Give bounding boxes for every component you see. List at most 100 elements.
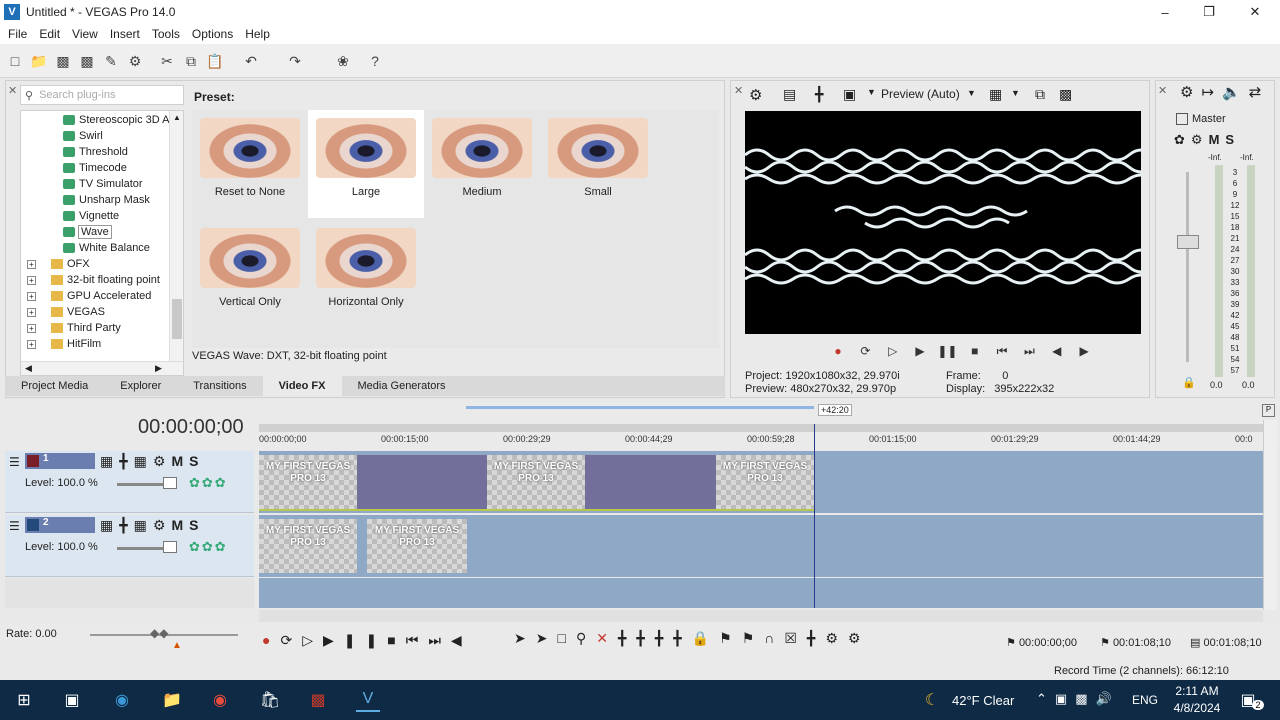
- play-icon[interactable]: ▶: [323, 632, 344, 648]
- expand-icon[interactable]: +: [27, 259, 36, 269]
- panel-close-icon[interactable]: ✕: [8, 84, 17, 97]
- split-icon[interactable]: ╋: [673, 630, 691, 646]
- tree-item[interactable]: Stereoscopic 3D A: [63, 112, 170, 128]
- tree-item[interactable]: Vignette: [63, 208, 119, 224]
- play-from-start-icon[interactable]: ▷: [302, 632, 323, 648]
- video-clip[interactable]: MY FIRST VEGAS PRO 13: [259, 455, 357, 509]
- paste-icon[interactable]: 📋: [206, 52, 224, 70]
- overlays-grid-icon[interactable]: ▦: [989, 86, 1002, 103]
- record-icon[interactable]: ●: [262, 632, 280, 648]
- timeline-menu-icon[interactable]: P: [1262, 404, 1275, 417]
- expand-icon[interactable]: +: [27, 339, 36, 349]
- video-track-2[interactable]: MY FIRST VEGAS PRO 13 MY FIRST VEGAS PRO…: [259, 515, 1263, 577]
- trim-end-icon[interactable]: ╋: [655, 630, 673, 646]
- whats-this-help-icon[interactable]: ?: [366, 52, 384, 70]
- loop-playback-icon[interactable]: ⟳: [853, 344, 877, 358]
- loop-playback-icon[interactable]: ⟳: [280, 632, 302, 648]
- meet-now-icon[interactable]: ▣: [1055, 691, 1075, 706]
- store-icon[interactable]: 🛍: [258, 688, 282, 712]
- lock-icon[interactable]: 🔒: [1182, 376, 1196, 389]
- track-gear-icon[interactable]: ⚙: [153, 517, 172, 533]
- record-icon[interactable]: ●: [826, 344, 850, 358]
- weather-text[interactable]: 42°F Clear: [952, 693, 1014, 708]
- preset-small[interactable]: Small: [540, 110, 656, 218]
- language-indicator[interactable]: ENG: [1132, 693, 1158, 707]
- pause-icon[interactable]: ❚❚: [935, 344, 959, 358]
- tree-item[interactable]: + GPU Accelerated: [27, 288, 151, 304]
- video-clip[interactable]: MY FIRST VEGAS PRO 13: [367, 519, 467, 573]
- speaker-icon[interactable]: 🔈: [1222, 84, 1249, 101]
- menu-edit[interactable]: Edit: [33, 27, 66, 41]
- search-plugins-input[interactable]: ⚲ Search plug-ins: [20, 85, 184, 105]
- track-level-handle[interactable]: [163, 477, 177, 489]
- stop-icon[interactable]: ■: [963, 344, 987, 358]
- preview-close-icon[interactable]: ✕: [734, 84, 743, 97]
- scroll-left-icon[interactable]: ◀: [25, 363, 32, 374]
- menu-file[interactable]: File: [2, 27, 33, 41]
- envelope-line[interactable]: [259, 509, 814, 511]
- scroll-thumb[interactable]: [172, 299, 182, 339]
- track-compositing-icons[interactable]: ✿✿✿: [189, 475, 228, 491]
- track-solo-button[interactable]: S: [189, 517, 204, 533]
- chevron-down-icon[interactable]: ▼: [1011, 88, 1020, 98]
- master-solo-button[interactable]: S: [1225, 132, 1240, 147]
- rate-slider-handle[interactable]: ◆◆: [150, 626, 168, 640]
- tree-item[interactable]: + OFX: [27, 256, 90, 272]
- master-gear-icon[interactable]: ⚙: [1180, 84, 1201, 101]
- master-automation-icon[interactable]: ✿: [1174, 132, 1191, 147]
- track-header-2[interactable]: ☰ 2 ▦╋▦⚙MS Level: 100.0 % ✿✿✿: [5, 515, 254, 577]
- copy-icon[interactable]: ⧉: [182, 52, 200, 70]
- tree-item[interactable]: Threshold: [63, 144, 128, 160]
- open-folder-icon[interactable]: 📁: [30, 52, 48, 70]
- previous-frame-icon[interactable]: ◀: [1045, 344, 1069, 358]
- video-scopes-icon[interactable]: ▣: [843, 86, 856, 103]
- pause-icon[interactable]: ❚❚: [344, 632, 387, 648]
- track-mute-button[interactable]: M: [171, 453, 189, 469]
- tree-item[interactable]: + HitFilm: [27, 336, 101, 352]
- play-icon[interactable]: ▶: [908, 344, 932, 358]
- minimize-button[interactable]: –: [1142, 0, 1188, 24]
- network-icon[interactable]: ▩: [1075, 691, 1095, 706]
- video-clip[interactable]: MY FIRST VEGAS PRO 13: [259, 519, 357, 573]
- trim-icon[interactable]: ╋: [618, 630, 636, 646]
- timeline-horizontal-scrollbar[interactable]: [259, 610, 1263, 622]
- redo-icon[interactable]: ↷: [286, 52, 304, 70]
- tree-horizontal-scrollbar[interactable]: ◀ ▶: [21, 361, 183, 375]
- zoom-tool-icon[interactable]: ⚲: [576, 630, 596, 646]
- tab-explorer[interactable]: Explorer: [104, 376, 177, 396]
- delete-icon[interactable]: ✕: [596, 630, 618, 646]
- close-button[interactable]: ✕: [1232, 0, 1278, 24]
- snapping-icon[interactable]: ∩: [764, 630, 784, 646]
- normal-edit-tool-icon[interactable]: ➤: [514, 630, 536, 646]
- video-clip[interactable]: MY FIRST VEGAS PRO 13: [716, 455, 814, 509]
- cut-icon[interactable]: ✂: [158, 52, 176, 70]
- chevron-up-icon[interactable]: ⌃: [1036, 691, 1055, 706]
- track-mute-button[interactable]: M: [171, 517, 189, 533]
- trim-start-icon[interactable]: ╋: [636, 630, 654, 646]
- downmix-icon[interactable]: ↦: [1201, 84, 1222, 101]
- time-ruler[interactable]: 00:00:00;00 00:00:15;00 00:00:29;29 00:00:4…: [259, 434, 1263, 448]
- selection-tool-icon[interactable]: □: [557, 630, 575, 646]
- scroll-right-icon[interactable]: ▶: [155, 363, 162, 374]
- ripple-edit-icon[interactable]: ╋: [807, 630, 825, 646]
- edge-browser-icon[interactable]: ◉: [110, 688, 134, 712]
- track-header-1[interactable]: ☰ 1 ▦╋▦⚙MS Level: 100.0 % ✿✿✿: [5, 451, 254, 513]
- preset-medium[interactable]: Medium: [424, 110, 540, 218]
- tree-item[interactable]: + VEGAS: [27, 304, 105, 320]
- menu-insert[interactable]: Insert: [104, 27, 146, 41]
- undo-icon[interactable]: ↶: [242, 52, 260, 70]
- menu-view[interactable]: View: [66, 27, 104, 41]
- file-explorer-icon[interactable]: 📁: [160, 688, 184, 712]
- clock-time[interactable]: 2:11 AM: [1172, 684, 1222, 698]
- tree-item[interactable]: +32-bit floating point: [27, 272, 160, 288]
- save-icon[interactable]: ▩: [54, 52, 72, 70]
- tree-item[interactable]: Wave: [63, 224, 112, 240]
- timeline-vertical-scrollbar[interactable]: [1263, 420, 1277, 610]
- tree-item[interactable]: White Balance: [63, 240, 150, 256]
- track-compositing-icons[interactable]: ✿✿✿: [189, 539, 228, 555]
- fx-chain-icon[interactable]: ⇄: [1249, 84, 1270, 101]
- track-minimize-icon[interactable]: ☰: [9, 455, 20, 469]
- menu-tools[interactable]: Tools: [146, 27, 186, 41]
- render-icon[interactable]: ✎: [102, 52, 120, 70]
- go-to-start-icon[interactable]: ⏮: [990, 344, 1014, 359]
